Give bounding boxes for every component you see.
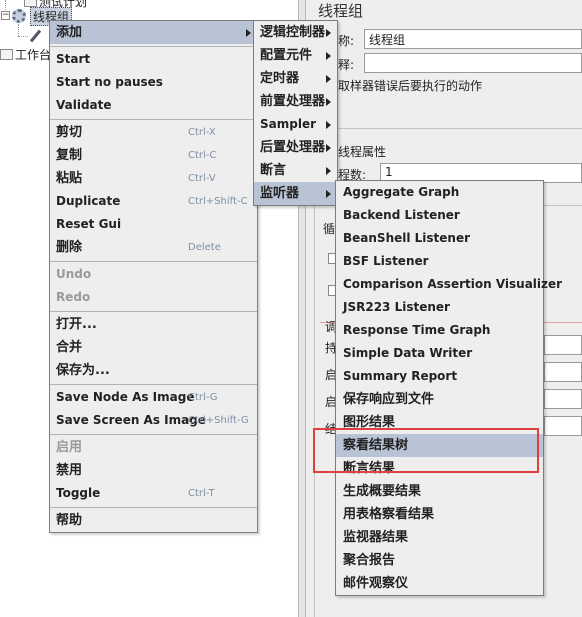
- submenu-arrow-icon: [326, 75, 331, 83]
- menu-item-start-no-pauses[interactable]: Start no pauses: [50, 71, 257, 94]
- menu-item-add[interactable]: 添加: [50, 21, 257, 44]
- menu-separator: [50, 119, 257, 120]
- listener-item-bsf-listener[interactable]: BSF Listener: [336, 250, 543, 273]
- submenu-arrow-icon: [246, 29, 251, 37]
- submenu-arrow-icon: [326, 144, 331, 152]
- group-divider: [320, 128, 582, 129]
- submenu-arrow-icon: [326, 121, 331, 129]
- listener-item-view-results-in-table[interactable]: 用表格察看结果: [336, 503, 543, 526]
- listener-item-aggregate-graph[interactable]: Aggregate Graph: [336, 181, 543, 204]
- menu-separator: [50, 46, 257, 47]
- submenu-item-sampler[interactable]: Sampler: [254, 113, 337, 136]
- startup-delay-field[interactable]: [544, 362, 582, 382]
- submenu-arrow-icon: [326, 98, 331, 106]
- listener-item-beanshell-listener[interactable]: BeanShell Listener: [336, 227, 543, 250]
- submenu-arrow-icon: [326, 190, 331, 198]
- duration-field[interactable]: [544, 335, 582, 355]
- listener-item-jsr223-listener[interactable]: JSR223 Listener: [336, 296, 543, 319]
- menu-item-paste[interactable]: 粘贴 Ctrl-V: [50, 167, 257, 190]
- listener-item-save-responses-to-file[interactable]: 保存响应到文件: [336, 388, 543, 411]
- start-time-field[interactable]: [544, 389, 582, 409]
- submenu-item-timer[interactable]: 定时器: [254, 67, 337, 90]
- submenu-item-logic-controller[interactable]: 逻辑控制器: [254, 21, 337, 44]
- listener-item-aggregate-report[interactable]: 聚合报告: [336, 549, 543, 572]
- name-label: 称:: [338, 34, 355, 48]
- menu-item-duplicate[interactable]: Duplicate Ctrl+Shift-C: [50, 190, 257, 213]
- menu-item-start[interactable]: Start: [50, 48, 257, 71]
- submenu-item-post-processor[interactable]: 后置处理器: [254, 136, 337, 159]
- menu-item-merge[interactable]: 合并: [50, 336, 257, 359]
- menu-item-save-node-image[interactable]: Save Node As Image Ctrl-G: [50, 386, 257, 409]
- group-border: [314, 185, 315, 617]
- loop-label-fragment: 循: [323, 222, 336, 236]
- menu-item-help[interactable]: 帮助: [50, 509, 257, 532]
- submenu-arrow-icon: [326, 29, 331, 37]
- listener-item-simple-data-writer[interactable]: Simple Data Writer: [336, 342, 543, 365]
- tree-connector: [18, 24, 19, 36]
- comment-field[interactable]: [364, 53, 582, 73]
- menu-item-copy[interactable]: 复制 Ctrl-C: [50, 144, 257, 167]
- menu-item-open[interactable]: 打开...: [50, 313, 257, 336]
- menu-separator: [50, 507, 257, 508]
- menu-item-validate[interactable]: Validate: [50, 94, 257, 117]
- menu-separator: [50, 311, 257, 312]
- menu-item-save-screen-image[interactable]: Save Screen As Image Ctrl+Shift-G: [50, 409, 257, 432]
- submenu-arrow-icon: [326, 167, 331, 175]
- submenu-item-pre-processor[interactable]: 前置处理器: [254, 90, 337, 113]
- menu-item-cut[interactable]: 剪切 Ctrl-X: [50, 121, 257, 144]
- name-field[interactable]: 线程组: [364, 29, 582, 49]
- listener-item-response-time-graph[interactable]: Response Time Graph: [336, 319, 543, 342]
- menu-item-delete[interactable]: 删除 Delete: [50, 236, 257, 259]
- panel-title: 线程组: [318, 2, 364, 20]
- context-menu: 添加 Start Start no pauses Validate 剪切 Ctrl…: [49, 20, 258, 533]
- submenu-item-listener[interactable]: 监听器: [254, 182, 337, 205]
- add-submenu: 逻辑控制器 配置元件 定时器 前置处理器 Sampler 后置处理器 断言 监听…: [253, 20, 338, 206]
- listener-item-mailer-visualizer[interactable]: 邮件观察仪: [336, 572, 543, 595]
- annotation-highlight-box: [313, 428, 539, 473]
- menu-separator: [50, 261, 257, 262]
- menu-item-toggle[interactable]: Toggle Ctrl-T: [50, 482, 257, 505]
- thread-group-gear-icon: [12, 9, 26, 23]
- listener-item-generate-summary-results[interactable]: 生成概要结果: [336, 480, 543, 503]
- thread-properties-label: 线程属性: [338, 145, 387, 159]
- end-time-field[interactable]: [544, 416, 582, 436]
- listener-item-comparison-assertion-visualizer[interactable]: Comparison Assertion Visualizer: [336, 273, 562, 296]
- menu-separator: [50, 434, 257, 435]
- listener-item-monitor-results[interactable]: 监视器结果: [336, 526, 543, 549]
- tree-node-sampler[interactable]: [28, 27, 42, 45]
- tree-connector: [18, 36, 28, 37]
- menu-item-redo: Redo: [56, 290, 91, 304]
- tree-node-workbench[interactable]: 工作台: [0, 45, 53, 63]
- listener-item-summary-report[interactable]: Summary Report: [336, 365, 543, 388]
- menu-item-undo: Undo: [56, 267, 92, 281]
- submenu-item-config-element[interactable]: 配置元件: [254, 44, 337, 67]
- comment-label: 释:: [338, 58, 355, 72]
- menu-item-reset-gui[interactable]: Reset Gui: [50, 213, 257, 236]
- submenu-item-assertion[interactable]: 断言: [254, 159, 337, 182]
- listener-submenu: Aggregate Graph Backend Listener BeanShe…: [335, 180, 562, 596]
- menu-item-disable[interactable]: 禁用: [50, 459, 257, 482]
- workbench-icon: [0, 48, 13, 60]
- listener-item-backend-listener[interactable]: Backend Listener: [336, 204, 543, 227]
- error-action-label: 取样器错误后要执行的动作: [338, 79, 483, 93]
- submenu-arrow-icon: [326, 52, 331, 60]
- sampler-wrench-icon: [28, 29, 42, 43]
- collapse-toggle-icon[interactable]: −: [1, 11, 10, 20]
- menu-separator: [50, 384, 257, 385]
- menu-item-enable: 启用: [56, 440, 83, 455]
- menu-item-save-as[interactable]: 保存为...: [50, 359, 257, 382]
